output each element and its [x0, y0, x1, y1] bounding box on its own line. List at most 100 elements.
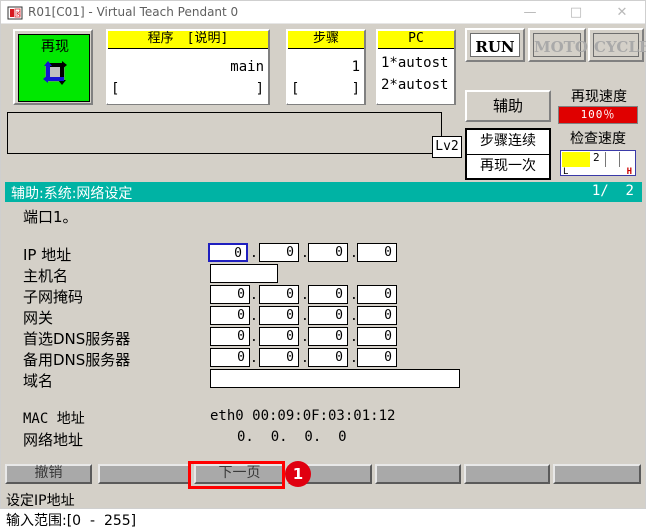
subnet-octet-1[interactable]: 0 [210, 285, 250, 304]
port-label: 端口1。 [23, 208, 78, 226]
gateway-octet-2[interactable]: 0 [259, 306, 299, 325]
svg-text:K: K [16, 10, 21, 18]
ip-octet-4[interactable]: 0 [357, 243, 397, 262]
gateway-label: 网关 [23, 309, 54, 327]
dns-backup-octet-2[interactable]: 0 [259, 348, 299, 367]
hostname-label: 主机名 [23, 267, 69, 285]
dns-primary-octet-4[interactable]: 0 [357, 327, 397, 346]
gateway-octet-3[interactable]: 0 [308, 306, 348, 325]
domain-label: 域名 [23, 372, 54, 390]
hostname-input[interactable] [210, 264, 278, 283]
message-area [7, 112, 442, 154]
soft-key-bar: 撤销 下一页 [5, 464, 642, 486]
dns-primary-dot-1: . [250, 330, 258, 345]
program-bracket-left: [ [111, 81, 120, 97]
subnet-dot-1: . [250, 288, 258, 303]
step-box-header: 步骤 [288, 31, 364, 49]
dns-backup-label: 备用DNS服务器 [23, 351, 131, 369]
subnet-octet-3[interactable]: 0 [308, 285, 348, 304]
dns-primary-octet-2[interactable]: 0 [259, 327, 299, 346]
ip-octet-1[interactable]: 0 [208, 243, 248, 262]
app-icon: K [7, 5, 23, 21]
ip-dot-1: . [250, 246, 258, 261]
pc-line-2: 2*autost [381, 77, 449, 93]
softkey-5[interactable] [375, 464, 461, 484]
check-speed-value: 2 [593, 151, 600, 164]
annotation-highlight-box [188, 461, 285, 489]
maximize-button[interactable]: □ [553, 1, 599, 24]
status-bar-page: 1/ 2 [591, 183, 634, 199]
run-button-label: RUN [470, 33, 520, 57]
program-bracket-right: ] [255, 81, 264, 97]
ip-address-label: IP 地址 [23, 246, 72, 264]
status-bar: 辅助:系统:网络设定 1/ 2 [5, 182, 642, 202]
network-settings-form: 端口1。 IP 地址 0 . 0 . 0 . 0 主机名 子网掩码 0 . 0 … [5, 202, 642, 460]
mode-playback-button[interactable]: 再现 [13, 29, 93, 105]
check-speed-gauge[interactable]: 2 L H [560, 150, 636, 177]
cycle-arrows-icon [35, 56, 75, 92]
mac-address-label: MAC 地址 [23, 411, 85, 427]
subnet-mask-label: 子网掩码 [23, 288, 84, 306]
level-indicator: Lv2 [432, 136, 462, 158]
ip-octet-2[interactable]: 0 [259, 243, 299, 262]
motor-button-label: MOTOR [533, 33, 600, 57]
softkey-7[interactable] [553, 464, 641, 484]
dns-backup-octet-1[interactable]: 0 [210, 348, 250, 367]
gateway-octet-4[interactable]: 0 [357, 306, 397, 325]
dns-primary-octet-3[interactable]: 0 [308, 327, 348, 346]
status-bar-path: 辅助:系统:网络设定 [11, 186, 133, 202]
softkey-2[interactable] [98, 464, 191, 484]
mode-playback-label: 再现 [41, 39, 69, 55]
gateway-dot-1: . [250, 309, 258, 324]
step-number-value: 1 [351, 59, 360, 75]
step-mode-box[interactable]: 步骤连续 再现一次 [465, 128, 551, 180]
dns-primary-octet-1[interactable]: 0 [210, 327, 250, 346]
step-info-box[interactable]: 步骤 1 [ ] [286, 29, 366, 105]
subnet-octet-2[interactable]: 0 [259, 285, 299, 304]
minimize-button[interactable]: — [507, 1, 553, 24]
dns-backup-dot-1: . [250, 351, 258, 366]
motor-button[interactable]: MOTOR [528, 28, 600, 62]
softkey-6[interactable] [464, 464, 550, 484]
mac-address-value: eth0 00:09:0F:03:01:12 [210, 408, 396, 424]
run-button[interactable]: RUN [465, 28, 525, 62]
virtual-teach-pendant-window: K R01[C01] - Virtual Teach Pendant 0 — □… [0, 0, 646, 529]
aux-menu-button[interactable]: 辅助 [465, 90, 551, 122]
net-address-label: 网络地址 [23, 431, 84, 449]
bottom-message-line-2: 输入范围:[0 - 255] [6, 513, 137, 529]
cycle-button[interactable]: CYCLE [588, 28, 646, 62]
step-bracket-right: ] [351, 81, 360, 97]
window-title-bar: K R01[C01] - Virtual Teach Pendant 0 — □… [1, 1, 645, 24]
softkey-undo[interactable]: 撤销 [5, 464, 92, 484]
dns-backup-octet-4[interactable]: 0 [357, 348, 397, 367]
close-button[interactable]: ✕ [599, 1, 645, 24]
window-title: R01[C01] - Virtual Teach Pendant 0 [28, 5, 239, 19]
mode-playback-indicator: 再现 [18, 34, 90, 102]
pendant-body: 再现 程序 [说明] main [ ] 步骤 1 [] PC 1*autost… [2, 24, 646, 529]
program-name-value: main [230, 59, 264, 75]
aux-menu-label: 辅助 [492, 97, 523, 115]
cycle-button-label: CYCLE [593, 33, 646, 57]
net-address-value: 0. 0. 0. 0 [237, 429, 347, 445]
dns-primary-label: 首选DNS服务器 [23, 330, 131, 348]
ip-octet-3[interactable]: 0 [308, 243, 348, 262]
pc-line-1: 1*autost [381, 55, 449, 71]
check-speed-fill [562, 152, 591, 167]
step-mode-line-1: 步骤连续 [467, 130, 549, 155]
play-speed-value: 100％ [558, 106, 638, 124]
subnet-octet-4[interactable]: 0 [357, 285, 397, 304]
pc-info-box[interactable]: PC 1*autost 2*autost [376, 29, 456, 105]
program-box-header: 程序 [说明] [108, 31, 268, 49]
step-mode-line-2: 再现一次 [480, 158, 536, 174]
domain-input[interactable] [210, 369, 460, 388]
gateway-octet-1[interactable]: 0 [210, 306, 250, 325]
program-info-box[interactable]: 程序 [说明] main [ ] [106, 29, 270, 105]
annotation-badge-1: 1 [285, 461, 311, 487]
step-bracket-left: [ [291, 81, 300, 97]
check-speed-max-label: H [626, 167, 632, 177]
bottom-message-line-1: 设定IP地址 [6, 493, 75, 509]
check-speed-label: 检查速度 [570, 131, 626, 147]
play-speed-label: 再现速度 [571, 89, 627, 105]
dns-backup-octet-3[interactable]: 0 [308, 348, 348, 367]
pc-box-header: PC [378, 31, 454, 49]
